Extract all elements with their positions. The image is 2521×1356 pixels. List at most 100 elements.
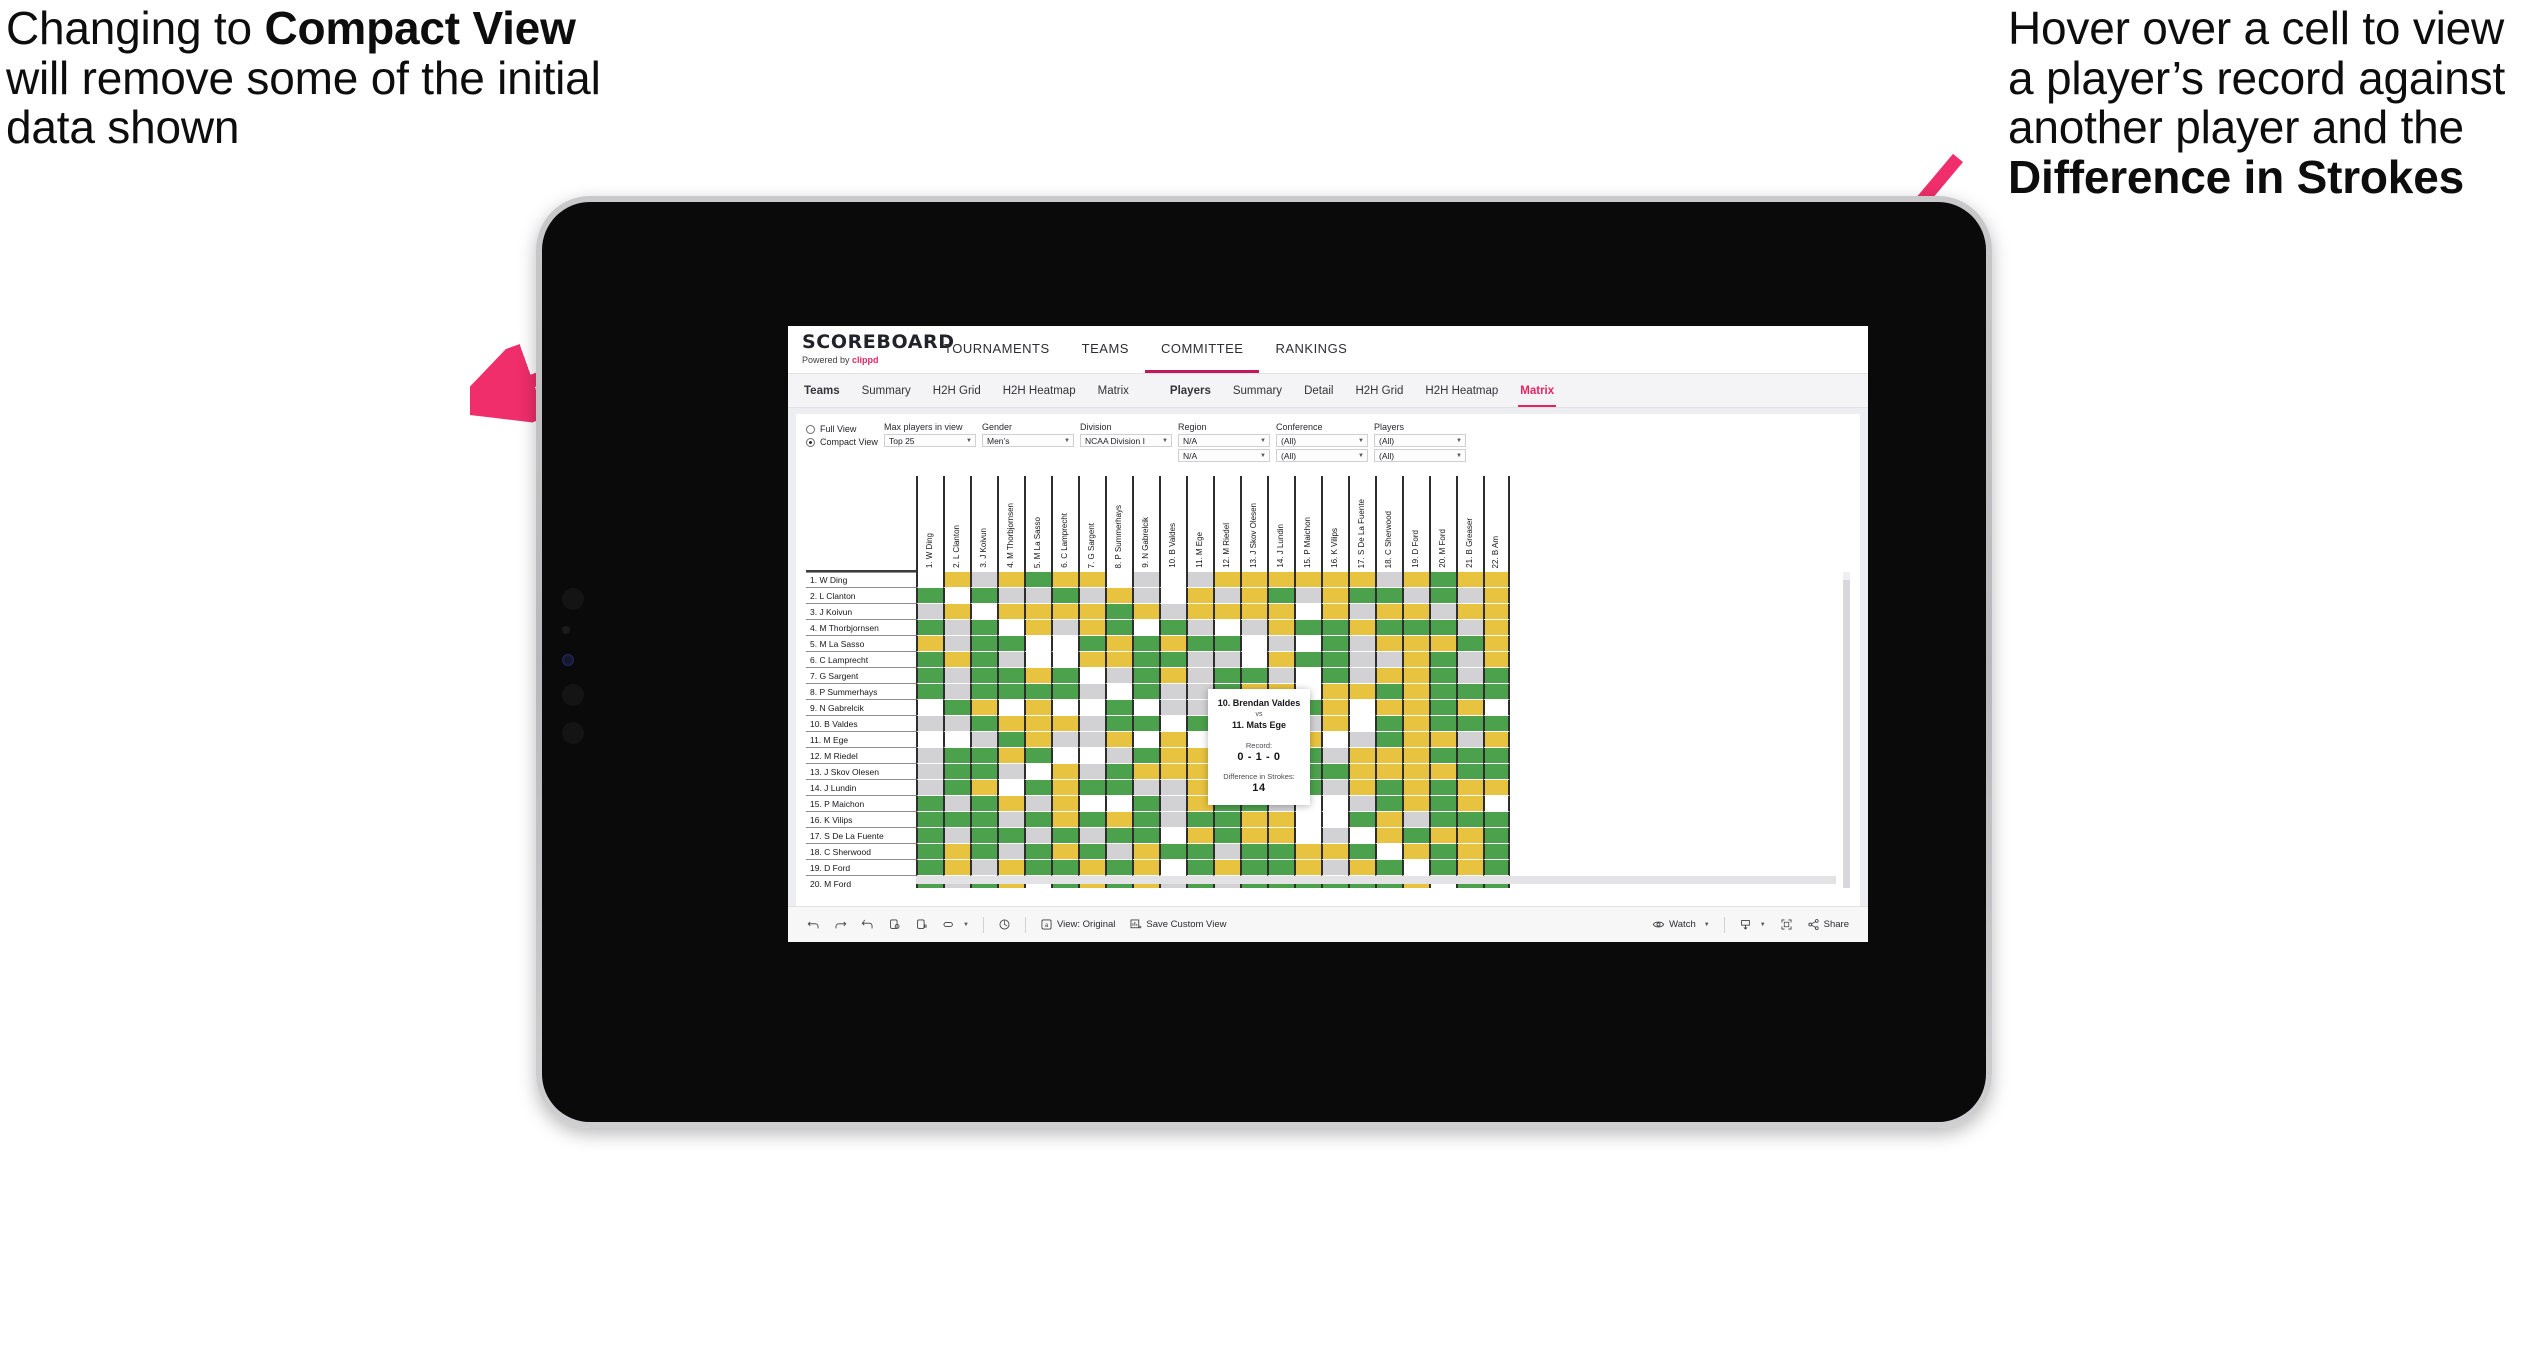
matrix-cell[interactable]: [1321, 780, 1348, 796]
matrix-cell[interactable]: [943, 588, 970, 604]
matrix-cell[interactable]: [1105, 716, 1132, 732]
matrix-cell[interactable]: [1078, 652, 1105, 668]
matrix-cell[interactable]: [1375, 732, 1402, 748]
matrix-cell[interactable]: [1321, 588, 1348, 604]
matrix-cell[interactable]: [970, 780, 997, 796]
matrix-cell[interactable]: [1267, 812, 1294, 828]
matrix-cell[interactable]: [1240, 620, 1267, 636]
matrix-cell[interactable]: [1051, 572, 1078, 588]
matrix-cell[interactable]: [1483, 748, 1510, 764]
matrix-cell[interactable]: [1105, 620, 1132, 636]
matrix-cell[interactable]: [1213, 636, 1240, 652]
matrix-cell[interactable]: [1348, 844, 1375, 860]
filter-division-select[interactable]: NCAA Division I ▼: [1080, 434, 1172, 447]
matrix-cell[interactable]: [970, 620, 997, 636]
redo-button[interactable]: [827, 912, 854, 938]
matrix-cell[interactable]: [1213, 812, 1240, 828]
matrix-cell[interactable]: [1078, 748, 1105, 764]
matrix-cell[interactable]: [1186, 572, 1213, 588]
matrix-cell[interactable]: [1456, 684, 1483, 700]
matrix-cell[interactable]: [1294, 636, 1321, 652]
matrix-cell[interactable]: [1078, 604, 1105, 620]
matrix-cell[interactable]: [997, 796, 1024, 812]
matrix-cell[interactable]: [1105, 860, 1132, 876]
matrix-cell[interactable]: [1051, 668, 1078, 684]
matrix-cell[interactable]: [1321, 684, 1348, 700]
matrix-cell[interactable]: [1456, 572, 1483, 588]
matrix-cell[interactable]: [1294, 652, 1321, 668]
matrix-cell[interactable]: [970, 828, 997, 844]
horizontal-scrollbar[interactable]: [916, 876, 1836, 884]
matrix-cell[interactable]: [916, 604, 943, 620]
matrix-cell[interactable]: [916, 812, 943, 828]
matrix-cell[interactable]: [1375, 620, 1402, 636]
matrix-cell[interactable]: [1132, 844, 1159, 860]
matrix-cell[interactable]: [1078, 780, 1105, 796]
matrix-cell[interactable]: [1456, 860, 1483, 876]
matrix-cell[interactable]: [1240, 860, 1267, 876]
matrix-cell[interactable]: [1375, 636, 1402, 652]
matrix-cell[interactable]: [1159, 700, 1186, 716]
matrix-cell[interactable]: [1483, 764, 1510, 780]
matrix-cell[interactable]: [1456, 828, 1483, 844]
matrix-cell[interactable]: [1051, 588, 1078, 604]
matrix-cell[interactable]: [943, 796, 970, 812]
matrix-cell[interactable]: [943, 828, 970, 844]
matrix-cell[interactable]: [997, 812, 1024, 828]
matrix-cell[interactable]: [1402, 844, 1429, 860]
matrix-cell[interactable]: [1105, 796, 1132, 812]
matrix-cell[interactable]: [1159, 652, 1186, 668]
fullscreen-button[interactable]: [1773, 912, 1800, 938]
matrix-cell[interactable]: [1429, 652, 1456, 668]
share-button[interactable]: Share: [1800, 912, 1856, 938]
matrix-cell[interactable]: [1051, 716, 1078, 732]
matrix-cell[interactable]: [1240, 828, 1267, 844]
matrix-cell[interactable]: [1213, 860, 1240, 876]
subnav-players-title[interactable]: Players: [1166, 375, 1222, 407]
matrix-cell[interactable]: [1078, 796, 1105, 812]
matrix-cell[interactable]: [943, 572, 970, 588]
matrix-cell[interactable]: [1429, 588, 1456, 604]
matrix-cell[interactable]: [1159, 604, 1186, 620]
matrix-cell[interactable]: [1375, 764, 1402, 780]
matrix-cell[interactable]: [997, 700, 1024, 716]
matrix-cell[interactable]: [1051, 700, 1078, 716]
matrix-cell[interactable]: [1105, 780, 1132, 796]
filter-region-select-2[interactable]: N/A ▼: [1178, 449, 1270, 462]
matrix-cell[interactable]: [1132, 572, 1159, 588]
subnav-teams-summary[interactable]: Summary: [851, 375, 922, 407]
matrix-cell[interactable]: [1159, 748, 1186, 764]
matrix-cell[interactable]: [1105, 812, 1132, 828]
matrix-cell[interactable]: [1483, 684, 1510, 700]
matrix-cell[interactable]: [1213, 604, 1240, 620]
matrix-cell[interactable]: [916, 620, 943, 636]
filter-conference-select[interactable]: (All) ▼: [1276, 434, 1368, 447]
matrix-cell[interactable]: [970, 604, 997, 620]
matrix-cell[interactable]: [1159, 588, 1186, 604]
matrix-cell[interactable]: [1159, 844, 1186, 860]
matrix-cell[interactable]: [997, 604, 1024, 620]
matrix-cell[interactable]: [916, 796, 943, 812]
matrix-cell[interactable]: [1456, 652, 1483, 668]
matrix-cell[interactable]: [943, 620, 970, 636]
matrix-cell[interactable]: [1078, 812, 1105, 828]
refresh-data-button[interactable]: [881, 912, 908, 938]
matrix-cell[interactable]: [916, 700, 943, 716]
revert-button[interactable]: [854, 912, 881, 938]
matrix-cell[interactable]: [1186, 844, 1213, 860]
matrix-cell[interactable]: [970, 732, 997, 748]
matrix-cell[interactable]: [1051, 828, 1078, 844]
filter-players-select[interactable]: (All) ▼: [1374, 434, 1466, 447]
matrix-cell[interactable]: [916, 684, 943, 700]
matrix-cell[interactable]: [1240, 812, 1267, 828]
matrix-cell[interactable]: [1456, 748, 1483, 764]
matrix-cell[interactable]: [943, 732, 970, 748]
brand-logo[interactable]: SCOREBOARD Powered by clippd: [788, 326, 954, 373]
matrix-cell[interactable]: [1375, 844, 1402, 860]
matrix-cell[interactable]: [1348, 828, 1375, 844]
matrix-cell[interactable]: [943, 636, 970, 652]
matrix-cell[interactable]: [916, 636, 943, 652]
matrix-cell[interactable]: [1024, 604, 1051, 620]
matrix-cell[interactable]: [1375, 700, 1402, 716]
matrix-cell[interactable]: [1294, 844, 1321, 860]
